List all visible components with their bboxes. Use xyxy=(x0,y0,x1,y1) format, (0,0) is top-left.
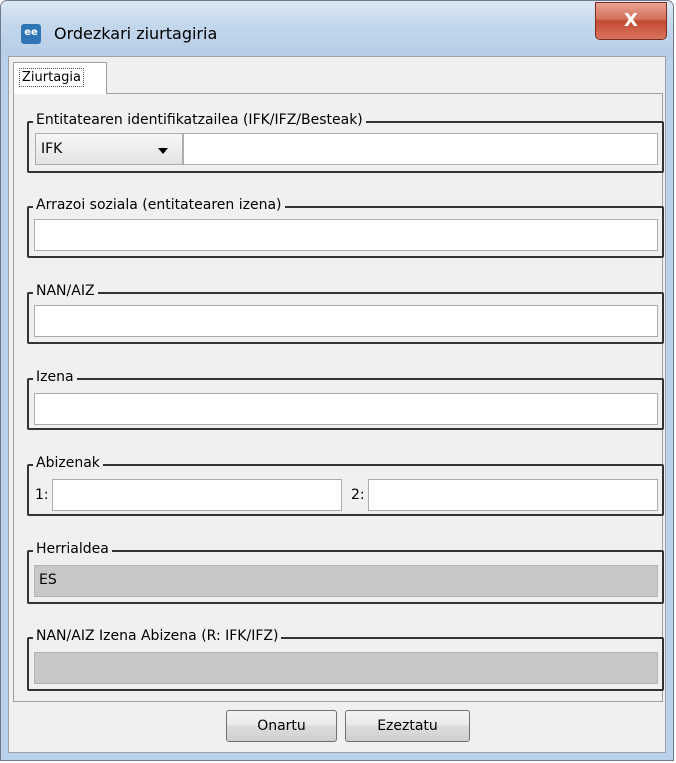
surname-1-label: 1: xyxy=(35,487,49,503)
surname-2-input[interactable] xyxy=(368,479,658,511)
entity-id-label: Entitatearen identifikatzailea (IFK/IFZ/… xyxy=(33,112,366,128)
title-bar[interactable]: ee Ordezkari ziurtagiria X xyxy=(1,1,673,57)
surname-1-input[interactable] xyxy=(52,479,342,511)
country-input: ES xyxy=(34,565,658,597)
id-type-dropdown[interactable]: IFK xyxy=(35,133,183,165)
country-label: Herrialdea xyxy=(33,541,112,557)
chevron-down-icon xyxy=(158,148,168,154)
tab-ziurtagia[interactable]: Ziurtagia xyxy=(13,62,107,94)
legal-name-label: Arrazoi soziala (entitatearen izena) xyxy=(33,197,285,213)
surnames-label: Abizenak xyxy=(33,455,103,471)
nan-aiz-label: NAN/AIZ xyxy=(33,283,98,299)
close-button[interactable]: X xyxy=(595,2,667,40)
app-icon: ee xyxy=(21,24,41,44)
legal-name-input[interactable] xyxy=(34,219,658,251)
name-label: Izena xyxy=(33,369,77,385)
id-type-selected: IFK xyxy=(41,141,63,157)
full-name-input xyxy=(34,652,658,684)
name-input[interactable] xyxy=(34,393,658,425)
window-title: Ordezkari ziurtagiria xyxy=(54,24,218,43)
tab-label: Ziurtagia xyxy=(19,68,84,87)
cancel-button[interactable]: Ezeztatu xyxy=(345,710,470,742)
full-name-label: NAN/AIZ Izena Abizena (R: IFK/IFZ) xyxy=(33,628,282,644)
ok-button[interactable]: Onartu xyxy=(226,710,337,742)
nan-aiz-input[interactable] xyxy=(34,305,658,337)
surname-2-label: 2: xyxy=(351,487,365,503)
entity-id-input[interactable] xyxy=(183,133,658,165)
